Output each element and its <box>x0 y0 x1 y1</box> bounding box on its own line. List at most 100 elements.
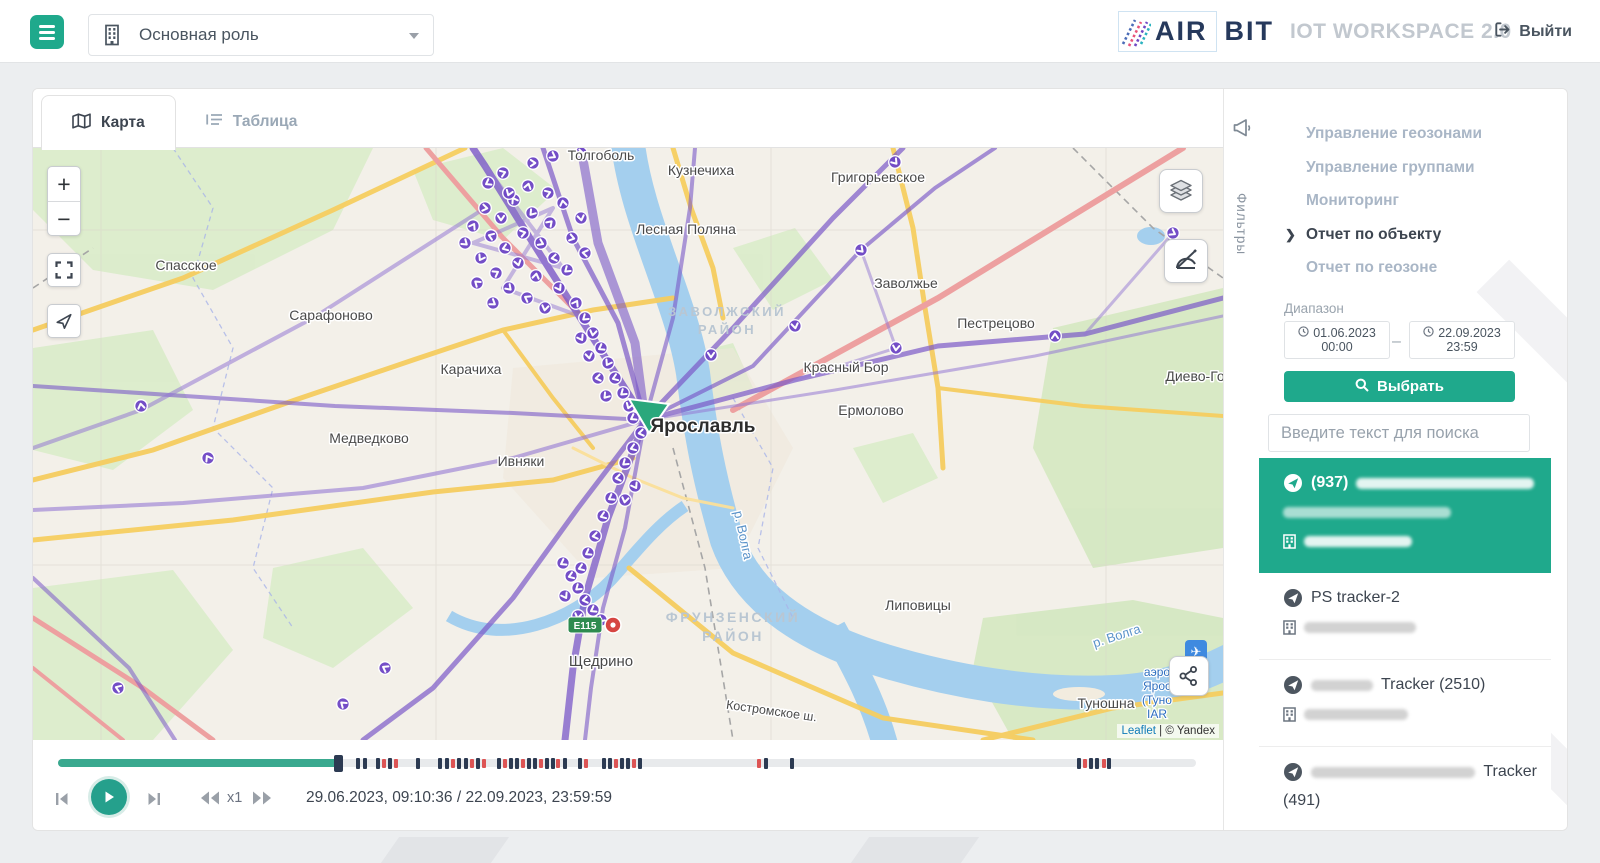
menu-item-мониторинг[interactable]: Мониторинг <box>1259 184 1567 218</box>
track-point-marker[interactable] <box>787 318 803 334</box>
zoom-in-button[interactable]: + <box>48 167 80 202</box>
date-to-input[interactable]: 22.09.2023 23:59 <box>1409 321 1515 359</box>
timeline-tick <box>638 758 643 769</box>
map-attribution: Leaflet | © Yandex <box>1117 724 1219 738</box>
nav-icon <box>1283 473 1303 493</box>
nav-icon <box>1283 675 1303 695</box>
tracker-list-item[interactable]: Tracker (2510) <box>1259 660 1551 747</box>
map-container[interactable]: Толгоболь Кузнечиха Григорьевское Лесная По… <box>33 148 1223 740</box>
map-label: Медведково <box>329 430 409 446</box>
search-input[interactable] <box>1268 414 1530 452</box>
track-point-marker[interactable] <box>487 264 504 281</box>
fullscreen-button[interactable] <box>47 253 81 287</box>
track-point-marker[interactable] <box>468 274 486 292</box>
skip-to-end-button[interactable] <box>145 790 163 808</box>
map-column: Карта Таблица Толгоболь Кузнечиха Григор… <box>33 89 1223 830</box>
timeline[interactable] <box>58 755 1196 772</box>
logo-word-air: AIR <box>1155 15 1208 46</box>
tracker-list-item[interactable]: (937) <box>1259 458 1551 573</box>
leaflet-link[interactable]: Leaflet <box>1121 725 1156 737</box>
track-point-marker[interactable] <box>888 340 904 356</box>
nav-icon <box>1283 588 1303 608</box>
timeline-scrubber-handle[interactable] <box>333 755 343 772</box>
menu-item-управление-группами[interactable]: Управление группами <box>1259 151 1567 185</box>
track-point-marker[interactable] <box>376 659 393 676</box>
date-from-input[interactable]: 01.06.2023 00:00 <box>1284 321 1390 359</box>
track-point-marker[interactable] <box>199 449 216 466</box>
filters-rail[interactable]: Фильтры <box>1223 89 1259 830</box>
track-point-marker[interactable] <box>573 210 589 226</box>
role-selector[interactable]: Основная роль <box>88 14 434 56</box>
track-point-marker[interactable] <box>1047 328 1063 344</box>
airport-label: Ярос <box>1143 679 1171 693</box>
skip-to-start-button[interactable] <box>53 790 71 808</box>
track-point-marker[interactable] <box>518 289 535 306</box>
map-canvas[interactable]: Толгоболь Кузнечиха Григорьевское Лесная По… <box>33 148 1223 740</box>
timeline-tick <box>362 758 367 769</box>
map-label: Заволжье <box>874 275 938 291</box>
timeline-tick <box>607 758 612 769</box>
airport-label: IAR <box>1147 707 1167 721</box>
track-point-marker[interactable] <box>484 294 502 312</box>
tracker-list-item[interactable]: Tracker (491) <box>1259 747 1551 830</box>
megaphone-icon[interactable] <box>1231 117 1253 144</box>
track-point-marker[interactable] <box>334 695 352 713</box>
track-point-marker[interactable] <box>472 249 489 266</box>
map-label: Ивняки <box>498 453 545 469</box>
timeline-tick <box>469 759 474 768</box>
share-button[interactable] <box>1169 656 1209 696</box>
menu-item-отчет-по-геозоне[interactable]: Отчет по геозоне <box>1259 251 1567 285</box>
timeline-tick <box>356 758 361 769</box>
timeline-tick <box>521 759 526 768</box>
map-label: Липовицы <box>885 597 951 613</box>
logo-air-box: AIR <box>1118 11 1217 52</box>
menu-item-label: Мониторинг <box>1306 192 1399 209</box>
track-point-marker[interactable] <box>493 210 509 226</box>
select-button[interactable]: Выбрать <box>1284 371 1515 402</box>
slower-button[interactable] <box>199 790 221 806</box>
time-to-value: 23:59 <box>1446 340 1478 354</box>
map-label: ЗАВОЛЖСКИЙ <box>668 304 786 319</box>
date-to-value: 22.09.2023 <box>1438 326 1501 340</box>
track-point-marker[interactable] <box>525 155 541 171</box>
timeline-tick <box>532 758 537 769</box>
timeline-tick <box>789 758 794 769</box>
zoom-out-button[interactable]: − <box>48 202 80 236</box>
logo-word-bit: BIT <box>1224 16 1274 46</box>
tracker-list-item[interactable]: PS tracker-2 <box>1259 573 1551 660</box>
timeline-tick <box>539 759 544 768</box>
timeline-tick <box>450 759 455 768</box>
tab-map[interactable]: Карта <box>41 95 176 150</box>
active-chevron-icon: ❯ <box>1285 226 1296 242</box>
hamburger-menu-button[interactable] <box>30 15 64 49</box>
menu-item-отчет-по-объекту[interactable]: ❯ Отчет по объекту <box>1259 218 1567 252</box>
track-point-marker[interactable] <box>556 587 573 604</box>
redacted-text <box>1356 477 1535 489</box>
chevron-down-icon <box>409 33 419 39</box>
layers-button[interactable] <box>1159 169 1203 213</box>
track-point-marker[interactable] <box>528 268 544 284</box>
track-point-marker[interactable] <box>541 214 559 232</box>
measure-tool-button[interactable] <box>1164 239 1208 283</box>
nav-icon <box>1283 762 1303 782</box>
menu-item-управление-геозонами[interactable]: Управление геозонами <box>1259 117 1567 151</box>
map-label: Спасское <box>155 257 217 273</box>
logout-button[interactable]: Выйти <box>1492 20 1572 44</box>
tab-bar: Карта Таблица <box>33 89 1223 150</box>
track-point-marker[interactable] <box>703 347 719 363</box>
playback-time-range: 29.06.2023, 09:10:36 / 22.09.2023, 23:59… <box>306 789 612 806</box>
tracker-label: (937) <box>1311 474 1349 491</box>
locate-button[interactable] <box>47 304 81 338</box>
map-label: Толгоболь <box>568 148 635 163</box>
building-icon <box>103 24 121 46</box>
redacted-text <box>1283 506 1451 518</box>
tab-table[interactable]: Таблица <box>176 95 328 148</box>
play-button[interactable] <box>91 779 127 815</box>
playback-controls: x1 29.06.2023, 09:10:36 / 22.09.2023, 23… <box>33 778 1223 822</box>
search-icon <box>1355 378 1369 396</box>
track-point-marker[interactable] <box>456 234 474 252</box>
faster-button[interactable] <box>251 790 273 806</box>
map-label: Туношна <box>1077 695 1134 711</box>
logo-hatch-icon <box>1121 14 1151 48</box>
track-point-marker[interactable] <box>554 554 571 571</box>
